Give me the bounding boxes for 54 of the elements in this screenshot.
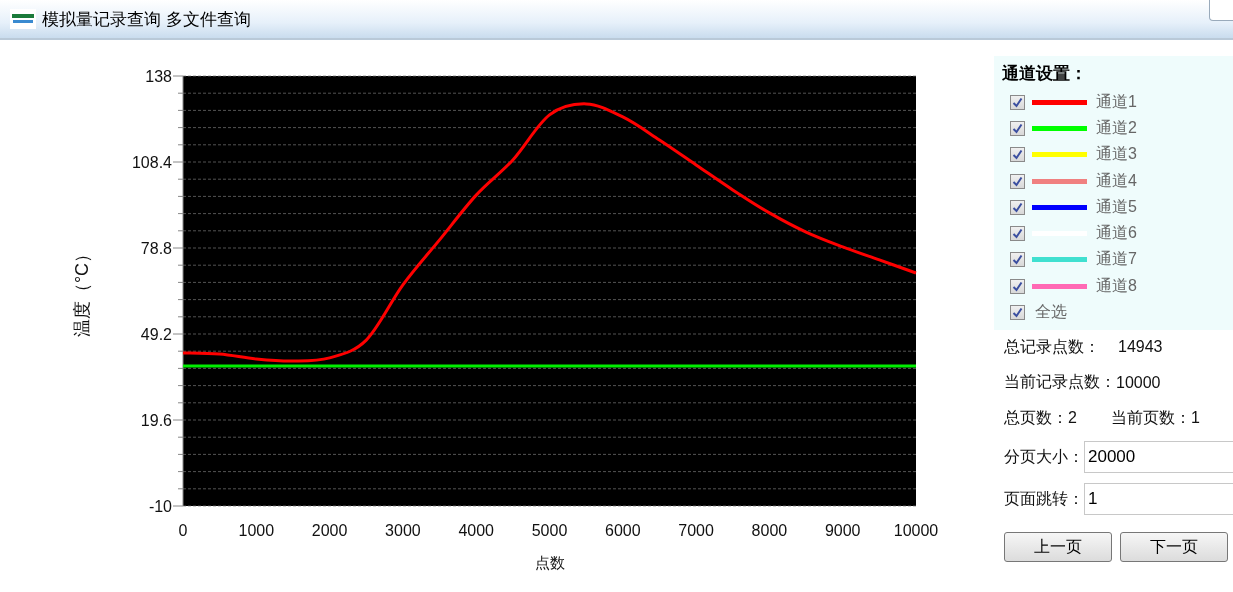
select-all-label: 全选 <box>1035 302 1067 322</box>
checkbox[interactable] <box>1010 226 1025 242</box>
y-tick-label: 19.6 <box>140 412 172 429</box>
x-tick-label: 2000 <box>311 522 348 539</box>
channel-label: 通道7 <box>1096 249 1137 270</box>
channel-label: 通道6 <box>1096 223 1137 244</box>
page-jump-field[interactable]: 1 <box>1084 483 1233 516</box>
window-title: 模拟量记录查询 多文件查询 <box>42 8 251 31</box>
y-tick-label: 108.4 <box>131 154 172 171</box>
info-label: 总页数： <box>1004 407 1068 428</box>
panel-title: 通道设置： <box>1002 63 1088 85</box>
page-button[interactable]: 下一页 <box>1120 532 1228 563</box>
checkbox[interactable] <box>1010 120 1025 136</box>
y-tick-label: 49.2 <box>140 326 172 343</box>
checkbox[interactable] <box>1010 305 1025 320</box>
page-button[interactable]: 上一页 <box>1004 532 1112 563</box>
x-tick-label: 6000 <box>605 522 641 539</box>
field-label: 分页大小： <box>1004 446 1084 467</box>
checkbox[interactable] <box>1010 173 1025 189</box>
channel-label: 通道4 <box>1096 170 1137 191</box>
x-tick-label: 1000 <box>238 522 275 539</box>
checkbox[interactable] <box>1010 199 1025 215</box>
x-tick-label: 7000 <box>678 522 714 539</box>
checkbox[interactable] <box>1010 252 1025 268</box>
info-label: 总记录点数： <box>1004 336 1100 357</box>
x-tick-label: 0 <box>178 522 188 539</box>
y-axis-title: 温度（°C） <box>72 244 92 338</box>
y-tick-label: 78.8 <box>140 240 172 257</box>
checkbox[interactable] <box>1010 94 1025 110</box>
field-label: 页面跳转： <box>1004 488 1084 509</box>
logo-icon <box>10 9 36 29</box>
x-axis-title: 点数 <box>534 554 565 571</box>
info-label: 当前页数： <box>1110 407 1191 428</box>
channel-label: 通道1 <box>1096 91 1137 112</box>
info-value: 2 <box>1068 409 1077 428</box>
channel-label: 通道5 <box>1096 196 1137 217</box>
info-value: 14943 <box>1118 338 1163 357</box>
x-tick-label: 8000 <box>751 522 788 539</box>
checkbox[interactable] <box>1010 278 1025 294</box>
y-tick-label: -10 <box>148 498 172 515</box>
x-tick-label: 9000 <box>824 522 861 539</box>
x-tick-label: 10000 <box>893 522 939 539</box>
y-tick-label: 138 <box>145 68 172 85</box>
x-tick-label: 4000 <box>458 522 494 539</box>
x-tick-label: 5000 <box>531 522 568 539</box>
x-tick-label: 3000 <box>385 522 421 539</box>
checkbox[interactable] <box>1010 147 1025 163</box>
info-value: 1 <box>1190 409 1200 428</box>
info-label: 当前记录点数： <box>1004 372 1116 393</box>
info-value: 10000 <box>1116 373 1161 392</box>
page-size-field[interactable]: 20000 <box>1084 441 1233 474</box>
channel-label: 通道3 <box>1096 144 1137 165</box>
channel-label: 通道2 <box>1096 117 1137 138</box>
channel-label: 通道8 <box>1096 275 1137 296</box>
